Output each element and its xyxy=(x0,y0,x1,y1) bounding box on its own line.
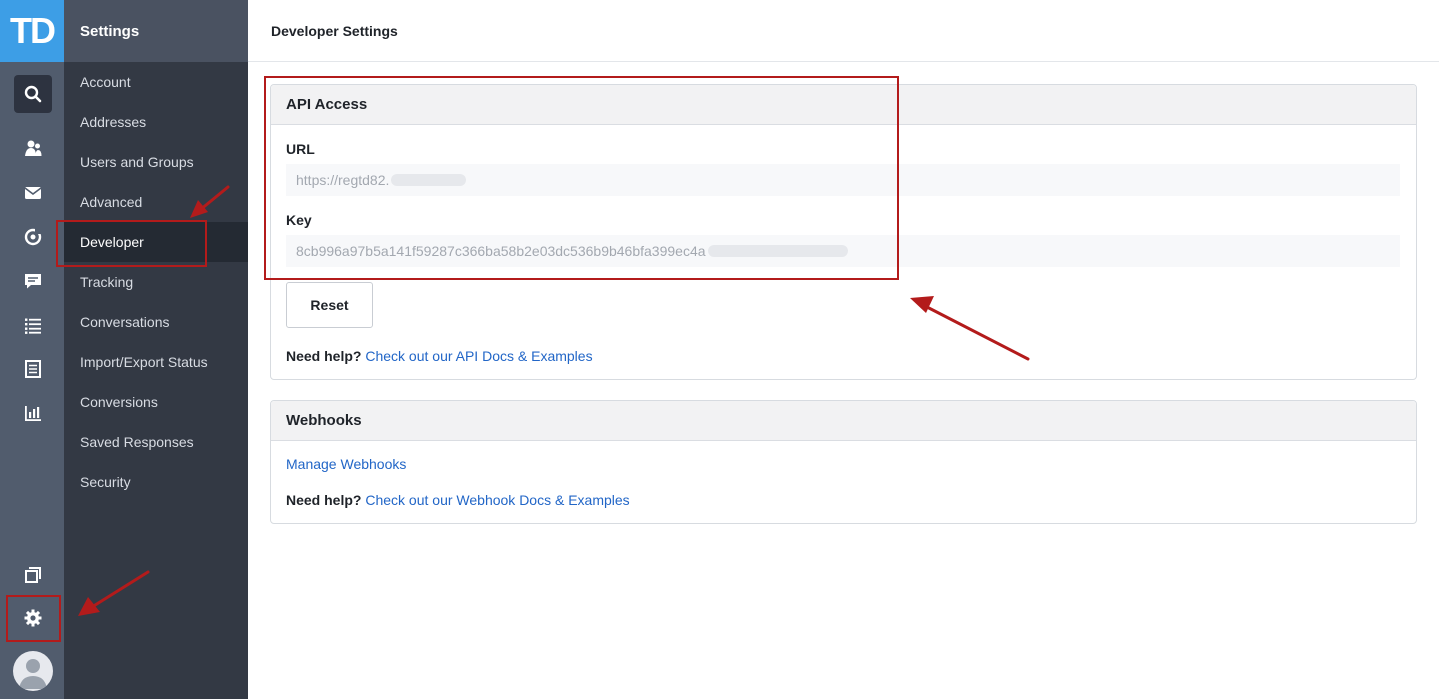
search-icon[interactable] xyxy=(14,75,52,113)
nav-item-security[interactable]: Security xyxy=(64,462,248,502)
avatar-icon[interactable] xyxy=(13,651,53,691)
list-icon[interactable] xyxy=(14,306,52,344)
api-docs-link[interactable]: Check out our API Docs & Examples xyxy=(365,348,592,364)
mail-icon[interactable] xyxy=(14,174,52,212)
reset-button[interactable]: Reset xyxy=(286,282,373,328)
manage-webhooks-link[interactable]: Manage Webhooks xyxy=(286,456,406,472)
webhooks-help: Need help? Check out our Webhook Docs & … xyxy=(286,492,630,508)
windows-icon[interactable] xyxy=(14,556,52,594)
nav-item-conversations[interactable]: Conversations xyxy=(64,302,248,342)
page-title: Developer Settings xyxy=(248,0,1439,62)
settings-nav-title: Settings xyxy=(64,0,248,62)
nav-item-conversions[interactable]: Conversions xyxy=(64,382,248,422)
annotation-box-developer xyxy=(56,220,207,267)
nav-item-advanced[interactable]: Advanced xyxy=(64,182,248,222)
nav-item-saved-responses[interactable]: Saved Responses xyxy=(64,422,248,462)
nav-item-users-and-groups[interactable]: Users and Groups xyxy=(64,142,248,182)
nav-item-account[interactable]: Account xyxy=(64,62,248,102)
document-icon[interactable] xyxy=(14,350,52,388)
users-icon[interactable] xyxy=(14,130,52,168)
webhooks-title: Webhooks xyxy=(271,401,1416,441)
app-logo[interactable]: TD xyxy=(0,0,64,62)
nav-item-tracking[interactable]: Tracking xyxy=(64,262,248,302)
nav-item-addresses[interactable]: Addresses xyxy=(64,102,248,142)
nav-item-import-export-status[interactable]: Import/Export Status xyxy=(64,342,248,382)
annotation-box-api xyxy=(264,76,899,280)
webhooks-help-prefix: Need help? xyxy=(286,492,362,508)
api-help: Need help? Check out our API Docs & Exam… xyxy=(286,348,593,364)
campaign-icon[interactable] xyxy=(14,218,52,256)
webhooks-panel: Webhooks Manage Webhooks Need help? Chec… xyxy=(270,400,1417,524)
settings-nav: Settings Account Addresses Users and Gro… xyxy=(64,0,248,699)
api-help-prefix: Need help? xyxy=(286,348,362,364)
chat-icon[interactable] xyxy=(14,262,52,300)
annotation-box-gear xyxy=(6,595,61,642)
webhook-docs-link[interactable]: Check out our Webhook Docs & Examples xyxy=(365,492,629,508)
manage-webhooks-row: Manage Webhooks xyxy=(286,456,406,472)
reports-icon[interactable] xyxy=(14,394,52,432)
